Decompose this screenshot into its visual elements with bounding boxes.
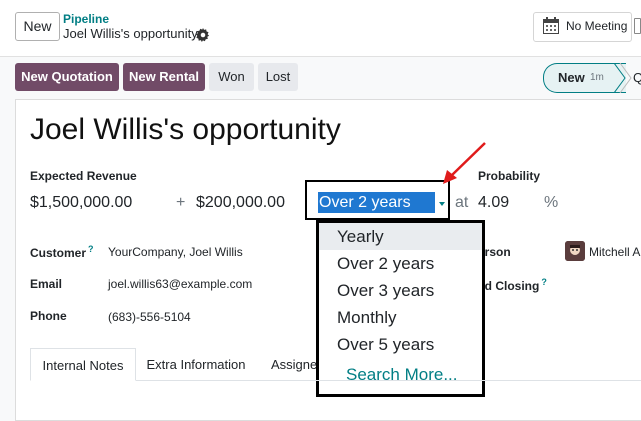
expected-revenue-field[interactable]: $1,500,000.00 [30,194,132,212]
calendar-icon [543,17,559,34]
dropdown-option-over-5-years[interactable]: Over 5 years [319,331,482,358]
percent-sign: % [544,194,559,211]
annotation-arrow-icon [443,142,486,184]
won-button[interactable]: Won [209,63,254,91]
meeting-label: No Meeting [566,19,628,33]
new-quotation-button[interactable]: New Quotation [15,63,119,91]
salesperson-field[interactable]: Mitchell A [589,245,640,259]
phone-label: Phone [30,309,67,323]
dropdown-option-yearly[interactable]: Yearly [319,223,482,250]
new-rental-button[interactable]: New Rental [123,63,205,91]
chevron-down-icon[interactable] [439,202,445,206]
stage-next-label[interactable]: Q [633,70,641,85]
avatar [565,241,585,261]
dropdown-option-over-3-years[interactable]: Over 3 years [319,277,482,304]
opportunity-title[interactable]: Joel Willis's opportunity [30,113,341,147]
breadcrumb-pipeline-link[interactable]: Pipeline [63,12,109,26]
stage-chevron-icon [614,63,632,93]
at-label: at [455,194,469,211]
expected-closing-label: ed Closing? [478,277,547,293]
probability-field[interactable]: 4.09 [478,194,509,212]
lost-button[interactable]: Lost [258,63,298,91]
customer-field[interactable]: YourCompany, Joel Willis [108,245,243,259]
tab-extra-information[interactable]: Extra Information [137,348,255,381]
dropdown-option-over-2-years[interactable]: Over 2 years [319,250,482,277]
phone-field[interactable]: (683)-556-5104 [108,310,191,324]
email-field[interactable]: joel.willis63@example.com [108,277,252,291]
expected-revenue-label: Expected Revenue [30,169,137,183]
expected-closing-help-icon[interactable]: ? [541,277,547,287]
new-record-button[interactable]: New [15,12,60,41]
stage-duration: 1m [590,72,604,83]
email-label: Email [30,277,63,291]
recurring-revenue-field[interactable]: $200,000.00 [196,194,285,212]
stage-new-label: New [558,70,585,85]
dropdown-search-more[interactable]: Search More... [319,361,482,388]
recurring-plan-value[interactable]: Over 2 years [319,194,411,212]
plus-sign: + [176,194,186,211]
tab-assigned[interactable]: Assigned [258,348,316,381]
breadcrumb-current: Joel Willis's opportunity [63,26,198,41]
panel-icon[interactable] [634,18,641,34]
gear-icon[interactable] [196,28,210,42]
dropdown-option-monthly[interactable]: Monthly [319,304,482,331]
tab-internal-notes[interactable]: Internal Notes [30,348,136,381]
customer-help-icon[interactable]: ? [88,244,94,254]
customer-label: Customer? [30,244,94,260]
